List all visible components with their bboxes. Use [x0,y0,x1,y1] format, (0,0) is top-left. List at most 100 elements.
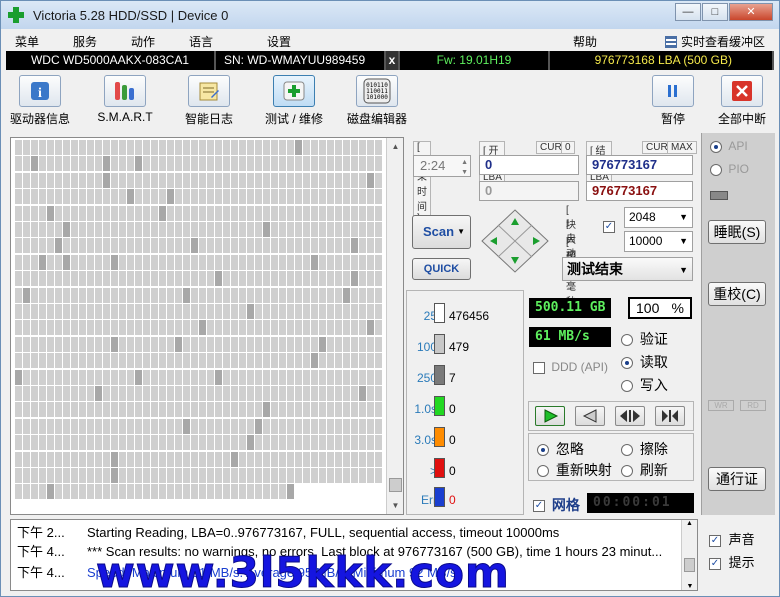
end-lba-field[interactable]: 976773167 [586,155,693,175]
mode-read[interactable]: 读取 [621,352,668,372]
log-scroll-up-icon[interactable]: ▲ [682,520,697,527]
realtime-buffer-link[interactable]: 实时查看缓冲区 [664,33,765,50]
sector-block [223,369,230,385]
recalibrate-button[interactable]: 重校(C) [708,282,766,306]
sector-block [303,238,310,254]
smart-log-button[interactable]: 智能日志 [177,75,241,127]
hint-toggle[interactable]: ✓ 提示 [709,552,755,571]
reverse-button[interactable] [575,406,605,426]
start-lba-secondary-field[interactable]: 0 [479,181,579,201]
test-repair-button[interactable]: 测试 / 维修 [257,75,331,127]
action-remap[interactable]: 重新映射 [537,460,612,480]
sector-block [271,238,278,254]
spin-down-icon[interactable]: ▼ [461,163,468,183]
drive-info-button[interactable]: i 驱动器信息 [5,75,75,127]
ddd-api-checkbox[interactable] [533,361,545,374]
read-radio[interactable] [621,357,633,370]
sound-toggle[interactable]: ✓ 声音 [709,529,755,548]
grid-toggle[interactable]: ✓ 网格 [533,495,580,515]
close-button[interactable]: ✕ [729,3,773,21]
write-radio[interactable] [621,380,633,393]
menu-language[interactable]: 语言 [189,33,213,50]
sector-block [311,140,318,155]
status-select[interactable]: 测试结束 ▼ [562,257,693,281]
menu-main[interactable]: 菜单 [15,33,39,50]
sector-block [103,369,110,385]
pio-radio[interactable] [710,163,722,176]
menu-service[interactable]: 服务 [73,33,97,50]
ddd-api-option[interactable]: DDD (API) [533,360,608,374]
skip-back-button[interactable] [615,406,645,426]
map-scrollbar[interactable]: ▲ ▼ [386,138,403,514]
erase-radio[interactable] [621,444,633,457]
pio-option[interactable]: PIO [710,162,749,176]
sector-block [231,320,238,336]
play-button[interactable] [535,406,565,426]
scan-button[interactable]: Scan ▼ [412,215,471,249]
end-lba-secondary-field[interactable]: 976773167 [586,181,693,201]
refresh-radio[interactable] [621,465,633,478]
sector-block [319,468,326,483]
sector-block [279,238,286,254]
smart-button[interactable]: S.M.A.R.T [93,75,157,124]
end-time-spinner[interactable]: 2:24 ▲ ▼ [413,155,471,177]
direction-pad-icon[interactable] [480,208,550,274]
action-erase[interactable]: 擦除 [621,439,668,459]
sector-block [95,468,102,483]
scroll-thumb[interactable] [389,478,402,492]
action-refresh[interactable]: 刷新 [621,460,668,480]
maximize-button[interactable]: □ [702,3,728,21]
sector-block [271,304,278,319]
sector-block [159,140,166,155]
disk-editor-button[interactable]: 010110 110011 101000 磁盘编辑器 [345,75,409,127]
sector-block [143,172,150,188]
timeout-select[interactable]: 10000 ▼ [624,231,693,252]
end-lba-max-button[interactable]: MAX [667,141,697,154]
log-scroll-thumb[interactable] [684,558,695,572]
abort-all-button[interactable]: 全部中断 [713,75,771,127]
sector-block [375,386,382,401]
quick-button[interactable]: QUICK [412,258,471,280]
start-lba-field[interactable]: 0 [479,155,579,175]
menu-settings[interactable]: 设置 [267,33,291,50]
sector-block [15,468,22,483]
sector-block [135,336,142,352]
api-radio[interactable] [710,140,722,153]
log-scroll-down-icon[interactable]: ▼ [682,583,697,590]
device-model[interactable]: WDC WD5000AAKX-083CA1 [6,51,216,70]
sector-block [303,336,310,352]
mode-write[interactable]: 写入 [621,375,668,395]
verify-radio[interactable] [621,334,633,347]
block-size-select[interactable]: 2048 ▼ [624,207,693,228]
skip-end-button[interactable] [655,406,685,426]
sector-block [183,320,190,336]
sector-block [263,435,270,451]
sound-checkbox[interactable]: ✓ [709,534,721,547]
passport-button[interactable]: 通行证 [708,467,766,491]
hint-checkbox[interactable]: ✓ [709,557,721,570]
device-close-x[interactable]: x [386,51,400,70]
action-ignore[interactable]: 忽略 [537,439,584,459]
ignore-radio[interactable] [537,444,549,457]
sector-block [335,172,342,188]
remap-radio[interactable] [537,465,549,478]
scroll-up-arrow-icon[interactable]: ▲ [387,138,404,155]
sector-block [367,435,374,451]
sector-block [23,205,30,221]
start-lba-zero-button[interactable]: 0 [561,141,575,154]
menu-action[interactable]: 动作 [131,33,155,50]
minimize-button[interactable]: — [675,3,701,21]
sector-block [343,402,350,418]
sleep-button[interactable]: 睡眠(S) [708,220,766,244]
sector-block [327,468,334,483]
scroll-down-arrow-icon[interactable]: ▼ [387,497,404,514]
latency-color-swatch [434,334,445,354]
mode-verify[interactable]: 验证 [621,329,668,349]
pause-button[interactable]: 暂停 [649,75,697,127]
auto-checkbox[interactable]: ✓ [603,221,615,233]
log-scrollbar[interactable]: ▲ ▼ [681,520,697,590]
menu-help[interactable]: 帮助 [573,33,597,50]
sector-block [367,287,374,303]
api-option[interactable]: API [710,139,748,153]
grid-checkbox[interactable]: ✓ [533,500,545,513]
